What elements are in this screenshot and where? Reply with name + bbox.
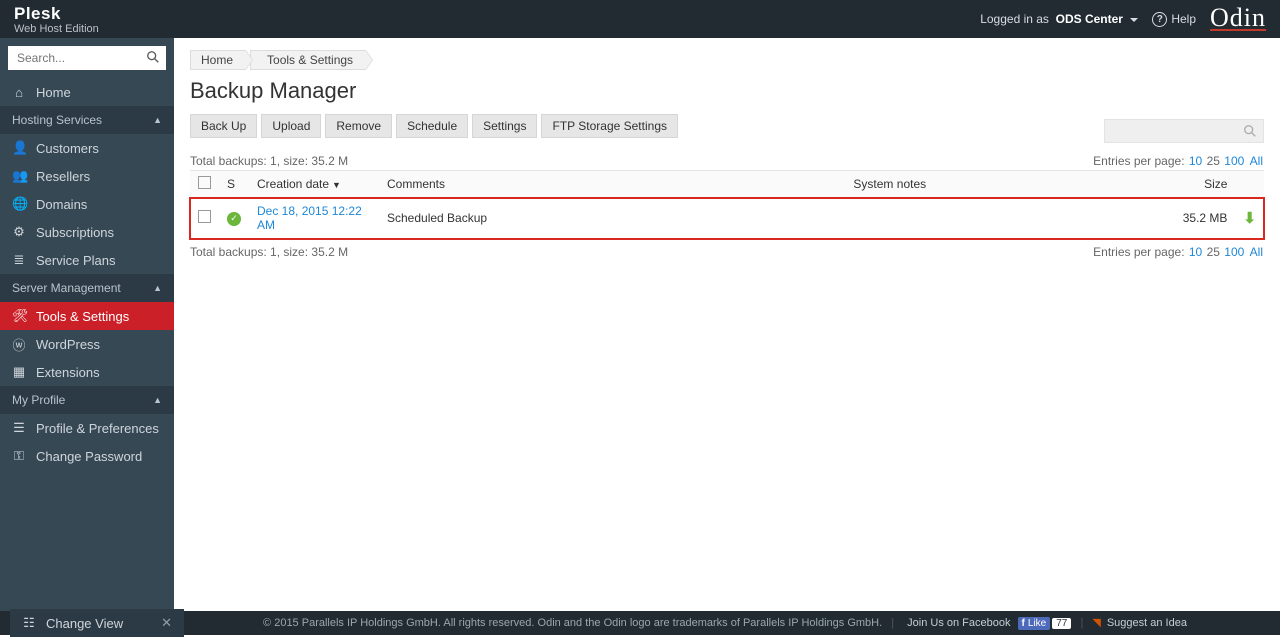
settings-button[interactable]: Settings [472,114,537,138]
sidebar-item-change-password[interactable]: ⚿Change Password [0,442,174,470]
col-system-notes[interactable]: System notes [845,171,1165,198]
upload-button[interactable]: Upload [261,114,321,138]
entries-per-page-bottom: Entries per page: 10 25 100 All [1093,245,1264,259]
top-bar: Plesk Web Host Edition Logged in as ODS … [0,0,1280,38]
schedule-button[interactable]: Schedule [396,114,468,138]
backup-notes [845,198,1165,239]
sidebar-item-resellers[interactable]: 👥Resellers [0,162,174,190]
collapse-icon: ▲ [153,115,162,125]
backup-button[interactable]: Back Up [190,114,257,138]
col-size[interactable]: Size [1165,171,1235,198]
odin-logo[interactable]: Odin [1210,7,1266,31]
backup-date-link[interactable]: Dec 18, 2015 12:22 AM [257,204,362,232]
toolbar: Back Up Upload Remove Schedule Settings … [190,114,678,138]
wordpress-icon: ⓦ [12,335,26,354]
person-icon: 👤 [12,140,26,156]
status-ok-icon: ✓ [227,212,241,226]
sidebar-item-extensions[interactable]: ▦Extensions [0,358,174,386]
sidebar-section-profile[interactable]: My Profile▲ [0,386,174,414]
search-icon [146,50,160,67]
sort-desc-icon: ▼ [332,180,341,190]
sidebar: ⌂ Home Hosting Services▲ 👤Customers 👥Res… [0,38,174,611]
row-checkbox[interactable] [198,210,211,223]
change-view-button[interactable]: ☷Change View ✕ [10,609,184,637]
sidebar-search[interactable] [8,46,166,70]
sidebar-item-tools-settings[interactable]: 🛠Tools & Settings [0,302,174,330]
sidebar-item-domains[interactable]: 🌐Domains [0,190,174,218]
logged-in-user[interactable]: Logged in as ODS Center [980,12,1138,26]
perpage-10[interactable]: 10 [1189,154,1202,168]
close-icon[interactable]: ✕ [161,615,172,631]
backup-size: 35.2 MB [1165,198,1235,239]
download-icon[interactable]: ⬇ [1243,210,1256,227]
table-row[interactable]: ✓ Dec 18, 2015 12:22 AM Scheduled Backup… [190,198,1264,239]
perpage-100[interactable]: 100 [1224,154,1244,168]
breadcrumb-tools[interactable]: Tools & Settings [250,50,366,70]
home-icon: ⌂ [12,85,26,100]
col-status[interactable]: S [219,171,249,198]
sidebar-item-service-plans[interactable]: ≣Service Plans [0,246,174,274]
facebook-link[interactable]: Join Us on Facebook [907,617,1010,629]
ftp-storage-button[interactable]: FTP Storage Settings [541,114,678,138]
sidebar-home[interactable]: ⌂ Home [0,78,174,106]
view-icon: ☷ [22,615,36,631]
extensions-icon: ▦ [12,364,26,380]
sidebar-section-server[interactable]: Server Management▲ [0,274,174,302]
copyright: © 2015 Parallels IP Holdings GmbH. All r… [263,617,882,629]
col-comments[interactable]: Comments [379,171,845,198]
backup-table: S Creation date▼ Comments System notes S… [190,170,1264,239]
table-search[interactable] [1104,119,1264,143]
brand-name: Plesk [14,5,99,22]
help-icon: ? [1152,12,1167,27]
col-creation-date[interactable]: Creation date▼ [249,171,379,198]
perpage-all[interactable]: All [1250,245,1263,259]
perpage-all[interactable]: All [1250,154,1263,168]
card-icon: ☰ [12,420,26,436]
backup-summary-top: Total backups: 1, size: 35.2 M [190,154,348,168]
suggest-idea-link[interactable]: Suggest an Idea [1107,617,1187,629]
perpage-25[interactable]: 25 [1207,245,1220,259]
entries-per-page-top: Entries per page: 10 25 100 All [1093,154,1264,168]
gear-icon: ⚙ [12,224,26,240]
list-icon: ≣ [12,252,26,268]
breadcrumb-home[interactable]: Home [190,50,246,70]
footer: ☷Change View ✕ © 2015 Parallels IP Holdi… [0,611,1280,635]
backup-comment: Scheduled Backup [379,198,845,239]
sidebar-section-hosting[interactable]: Hosting Services▲ [0,106,174,134]
perpage-10[interactable]: 10 [1189,245,1202,259]
bulb-icon: ◥ [1092,617,1100,629]
search-input[interactable] [8,46,166,70]
perpage-100[interactable]: 100 [1224,245,1244,259]
user-dropdown-caret-icon [1130,18,1138,22]
sidebar-item-profile-prefs[interactable]: ☰Profile & Preferences [0,414,174,442]
facebook-like-button[interactable]: fLike [1018,617,1051,630]
sidebar-item-wordpress[interactable]: ⓦWordPress [0,330,174,358]
main-content: Home Tools & Settings Backup Manager Bac… [174,38,1280,611]
globe-icon: 🌐 [12,196,26,212]
facebook-like-count: 77 [1052,618,1071,629]
select-all-checkbox[interactable] [198,176,211,189]
perpage-25[interactable]: 25 [1207,154,1220,168]
page-title: Backup Manager [190,78,1264,104]
breadcrumb: Home Tools & Settings [190,50,1264,70]
collapse-icon: ▲ [153,283,162,293]
search-icon [1243,124,1257,143]
backup-summary-bottom: Total backups: 1, size: 35.2 M [190,245,348,259]
remove-button[interactable]: Remove [325,114,392,138]
people-icon: 👥 [12,168,26,184]
sidebar-item-subscriptions[interactable]: ⚙Subscriptions [0,218,174,246]
key-icon: ⚿ [12,448,26,464]
tools-icon: 🛠 [12,308,26,324]
sidebar-item-customers[interactable]: 👤Customers [0,134,174,162]
help-link[interactable]: ? Help [1152,12,1196,27]
brand: Plesk Web Host Edition [14,5,99,35]
collapse-icon: ▲ [153,395,162,405]
brand-sub: Web Host Edition [14,24,99,35]
